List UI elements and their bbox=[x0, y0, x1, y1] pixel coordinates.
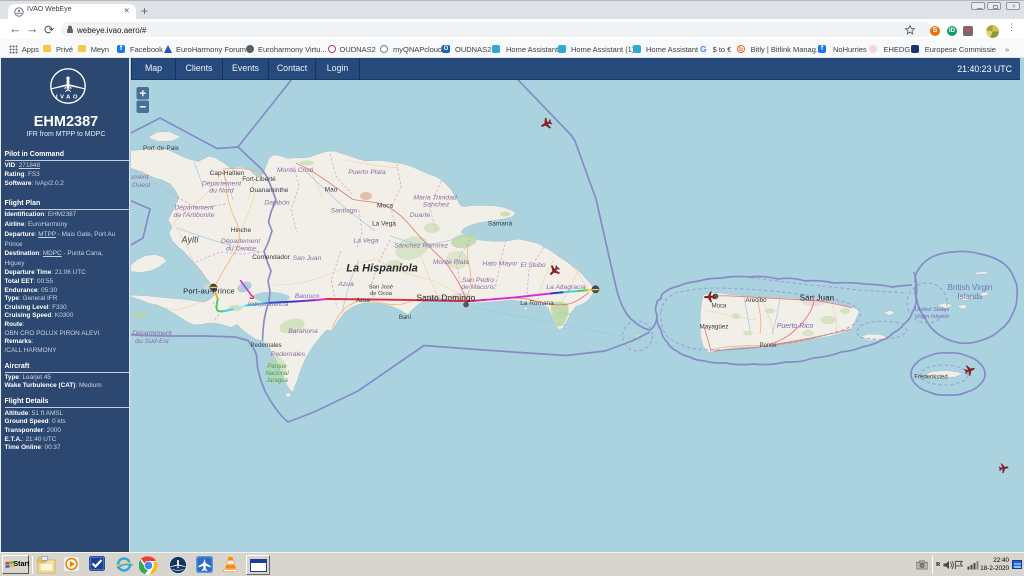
svg-text:Puerto Plata: Puerto Plata bbox=[348, 169, 386, 176]
svg-text:Ouanaminthe: Ouanaminthe bbox=[249, 187, 288, 194]
svg-text:British Virgin: British Virgin bbox=[948, 283, 993, 292]
svg-text:San Juan: San Juan bbox=[293, 255, 322, 262]
svg-text:Puerto Rico: Puerto Rico bbox=[777, 323, 814, 330]
svg-text:rd-Ouest: rd-Ouest bbox=[131, 182, 151, 189]
svg-text:San Juan: San Juan bbox=[800, 294, 835, 303]
svg-text:Dajabón: Dajabón bbox=[264, 200, 290, 207]
svg-text:Barahona: Barahona bbox=[288, 328, 318, 335]
svg-text:Mao: Mao bbox=[325, 187, 338, 194]
svg-text:El Seibo: El Seibo bbox=[520, 262, 546, 269]
svg-text:San Pedro: San Pedro bbox=[462, 277, 494, 284]
svg-text:Azua: Azua bbox=[337, 281, 354, 288]
svg-text:San José: San José bbox=[369, 285, 393, 291]
svg-text:Hinche: Hinche bbox=[231, 227, 252, 234]
svg-text:Pedernales: Pedernales bbox=[250, 342, 281, 349]
svg-text:Hato Mayor: Hato Mayor bbox=[482, 261, 518, 268]
svg-text:Parque: Parque bbox=[267, 364, 287, 370]
svg-text:Mayagüez: Mayagüez bbox=[699, 324, 728, 331]
svg-text:du Sud-Est: du Sud-Est bbox=[135, 338, 170, 345]
svg-text:Santiago: Santiago bbox=[331, 208, 358, 215]
svg-text:Sánchez Ramírez: Sánchez Ramírez bbox=[394, 243, 449, 250]
svg-text:Santo Domingo: Santo Domingo bbox=[416, 294, 475, 303]
svg-text:Arecibo: Arecibo bbox=[745, 297, 767, 304]
svg-text:Port-de-Paix: Port-de-Paix bbox=[143, 145, 180, 152]
svg-text:Département: Département bbox=[202, 181, 242, 188]
svg-text:de l'Artibonite: de l'Artibonite bbox=[174, 212, 215, 219]
svg-text:Samaná: Samaná bbox=[488, 221, 513, 228]
svg-text:Département: Département bbox=[221, 238, 261, 245]
svg-text:Duarte: Duarte bbox=[410, 212, 431, 219]
svg-text:Nacional: Nacional bbox=[265, 371, 289, 377]
svg-text:Département: Département bbox=[174, 205, 214, 212]
svg-text:de Macorís: de Macorís bbox=[461, 284, 495, 291]
svg-text:Sánchez: Sánchez bbox=[423, 202, 450, 209]
svg-text:Département: Département bbox=[132, 330, 172, 337]
svg-text:Jaragua: Jaragua bbox=[265, 378, 288, 384]
svg-text:La Hispaniola: La Hispaniola bbox=[346, 263, 418, 275]
svg-text:Fort-Liberté: Fort-Liberté bbox=[242, 176, 276, 183]
svg-text:Moca: Moca bbox=[712, 304, 727, 310]
svg-text:Ayiti: Ayiti bbox=[181, 235, 200, 245]
svg-text:du Centre: du Centre bbox=[226, 246, 256, 253]
svg-text:Port-au-Prince: Port-au-Prince bbox=[183, 287, 235, 296]
svg-text:La Vega: La Vega bbox=[372, 221, 396, 228]
svg-text:Baoruco: Baoruco bbox=[295, 293, 320, 300]
svg-text:Comendador: Comendador bbox=[252, 254, 290, 261]
svg-text:de Ocoa: de Ocoa bbox=[370, 291, 393, 297]
svg-text:Moca: Moca bbox=[377, 203, 393, 210]
svg-text:Monte Plata: Monte Plata bbox=[433, 259, 469, 266]
svg-text:La Altagracia: La Altagracia bbox=[546, 284, 586, 291]
svg-text:Pedernales: Pedernales bbox=[271, 351, 306, 358]
svg-text:Islands: Islands bbox=[957, 292, 982, 301]
svg-text:La Vega: La Vega bbox=[353, 238, 378, 245]
svg-text:Baní: Baní bbox=[399, 315, 412, 321]
svg-text:United States: United States bbox=[915, 307, 950, 313]
svg-text:Azua: Azua bbox=[356, 298, 370, 304]
svg-text:Cap-Haïtien: Cap-Haïtien bbox=[210, 170, 245, 177]
svg-text:rtement: rtement bbox=[131, 174, 150, 181]
svg-text:Monte Cristi: Monte Cristi bbox=[277, 167, 314, 174]
svg-text:Independencia: Independencia bbox=[248, 301, 289, 308]
svg-text:du Nord: du Nord bbox=[209, 188, 233, 195]
svg-text:La Romana: La Romana bbox=[520, 300, 554, 307]
svg-text:Frederiksted: Frederiksted bbox=[914, 375, 947, 381]
svg-text:Ponce: Ponce bbox=[759, 343, 777, 349]
svg-text:Virgin Islands: Virgin Islands bbox=[915, 314, 950, 320]
svg-text:María Trinidad: María Trinidad bbox=[413, 195, 457, 202]
svg-text:IVAO: IVAO bbox=[55, 95, 79, 101]
